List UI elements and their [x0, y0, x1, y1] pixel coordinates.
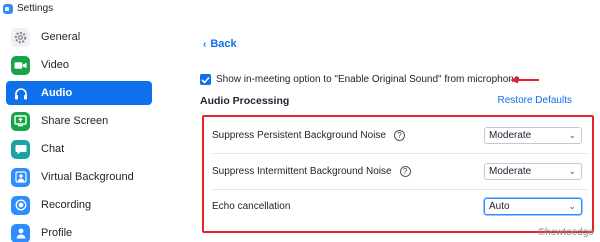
original-sound-checkbox[interactable] [200, 74, 211, 85]
divider [212, 189, 588, 190]
sidebar-item-label: Recording [41, 199, 92, 211]
setting-row-echo-cancellation: Echo cancellation Auto ⌄ [212, 191, 588, 221]
sidebar-item-video[interactable]: Video [6, 53, 152, 77]
help-icon[interactable]: ? [399, 165, 411, 177]
record-icon [11, 195, 30, 215]
sidebar-item-label: Profile [41, 227, 73, 239]
chevron-down-icon: ⌄ [568, 129, 576, 140]
setting-label: Suppress Intermittent Background Noise ? [212, 165, 411, 177]
chat-bubble-icon [11, 139, 30, 159]
window-title: Settings [17, 3, 54, 14]
audio-settings-panel: ‹ Back Show in-meeting option to "Enable… [160, 17, 600, 242]
setting-row-intermittent-noise: Suppress Intermittent Background Noise ?… [212, 156, 588, 186]
gear-icon [11, 27, 30, 47]
sidebar-item-label: Share Screen [41, 115, 109, 127]
original-sound-option[interactable]: Show in-meeting option to "Enable Origin… [200, 74, 519, 85]
share-screen-icon [11, 111, 30, 131]
setting-label: Suppress Persistent Background Noise ? [212, 129, 405, 141]
watermark: ©howtoedge [537, 227, 594, 238]
sidebar-item-recording[interactable]: Recording [6, 193, 152, 217]
person-portrait-icon [11, 167, 30, 187]
settings-sidebar: General Video Audio Share Screen Chat Vi… [0, 17, 160, 242]
sidebar-item-label: General [41, 31, 81, 43]
profile-icon [11, 223, 30, 242]
section-title: Audio Processing [200, 95, 290, 107]
sidebar-item-label: Video [41, 59, 69, 71]
chevron-down-icon: ⌄ [568, 200, 576, 211]
setting-label: Echo cancellation [212, 200, 291, 212]
back-link[interactable]: ‹ Back [203, 38, 237, 50]
headphones-icon [11, 84, 30, 103]
persistent-noise-select[interactable]: Moderate ⌄ [484, 126, 582, 144]
chevron-down-icon: ⌄ [568, 165, 576, 176]
highlight-box: Suppress Persistent Background Noise ? M… [202, 115, 594, 233]
sidebar-item-audio[interactable]: Audio [6, 81, 152, 105]
sidebar-item-label: Virtual Background [41, 171, 134, 183]
sidebar-item-general[interactable]: General [6, 25, 152, 49]
sidebar-item-label: Audio [41, 87, 73, 99]
sidebar-item-profile[interactable]: Profile [6, 221, 152, 242]
red-arrow-icon [510, 76, 539, 84]
sidebar-item-chat[interactable]: Chat [6, 137, 152, 161]
back-label: Back [210, 38, 237, 50]
video-camera-icon [11, 55, 30, 75]
sidebar-item-share-screen[interactable]: Share Screen [6, 109, 152, 133]
sidebar-item-virtual-background[interactable]: Virtual Background [6, 165, 152, 189]
divider [212, 153, 588, 154]
setting-row-persistent-noise: Suppress Persistent Background Noise ? M… [212, 120, 588, 150]
original-sound-label: Show in-meeting option to "Enable Origin… [216, 74, 520, 85]
intermittent-noise-select[interactable]: Moderate ⌄ [484, 162, 582, 180]
help-icon[interactable]: ? [393, 129, 405, 141]
zoom-app-icon [3, 3, 13, 14]
echo-cancellation-select[interactable]: Auto ⌄ [484, 197, 582, 215]
restore-defaults-link[interactable]: Restore Defaults [498, 95, 572, 106]
chevron-left-icon: ‹ [203, 38, 207, 50]
title-bar: Settings [0, 0, 600, 17]
sidebar-item-label: Chat [41, 143, 65, 155]
